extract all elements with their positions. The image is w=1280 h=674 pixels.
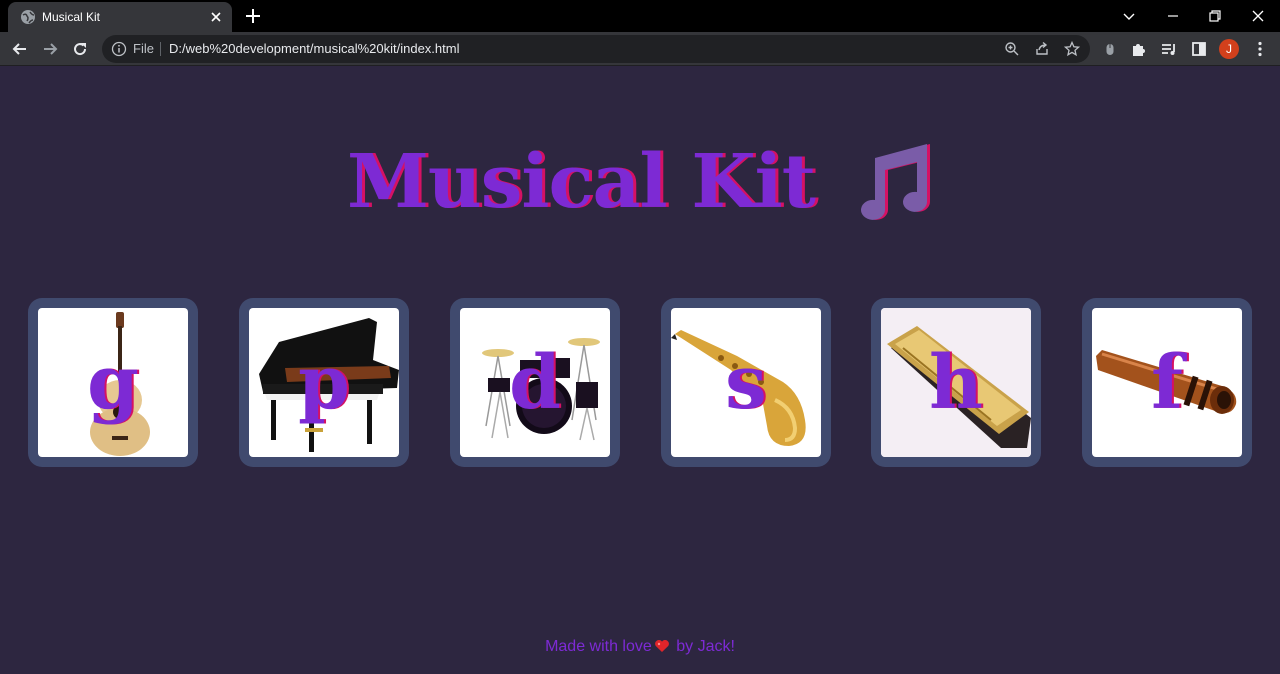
new-tab-icon[interactable] — [244, 7, 262, 25]
chevron-down-icon[interactable] — [1118, 5, 1140, 27]
browser-toolbar: File D:/web%20development/musical%20kit/… — [0, 32, 1280, 66]
drum-key-label: h — [929, 339, 983, 426]
drum-key-label: g — [87, 339, 139, 426]
kebab-menu-icon[interactable] — [1250, 39, 1270, 59]
tab-title: Musical Kit — [42, 10, 101, 24]
file-label: File — [133, 41, 154, 56]
omnibox-divider — [160, 42, 161, 56]
drum-key-label: f — [1151, 339, 1183, 426]
title-row: Musical Kit — [0, 137, 1280, 227]
drum-face: p — [249, 308, 399, 457]
url-text[interactable]: D:/web%20development/musical%20kit/index… — [169, 41, 459, 57]
side-panel-icon[interactable] — [1189, 39, 1209, 59]
drum-button-guitar[interactable]: g — [28, 298, 198, 467]
footer-text-before: Made with love — [545, 638, 652, 655]
drum-key-label: s — [725, 339, 767, 426]
drum-face: g — [38, 308, 188, 457]
back-arrow-icon[interactable] — [10, 39, 30, 59]
footer: Made with love by Jack! — [0, 637, 1280, 657]
drum-face: s — [671, 308, 821, 457]
close-tab-icon[interactable] — [208, 9, 224, 25]
minimize-icon[interactable] — [1162, 5, 1184, 27]
profile-avatar[interactable]: J — [1219, 39, 1239, 59]
restore-icon[interactable] — [1204, 5, 1226, 27]
puzzle-icon[interactable] — [1129, 39, 1149, 59]
reload-icon[interactable] — [70, 39, 90, 59]
drum-button-piano[interactable]: p — [239, 298, 409, 467]
drum-face: f — [1092, 308, 1242, 457]
drum-button-flute[interactable]: f — [1082, 298, 1252, 467]
browser-tab[interactable]: Musical Kit — [8, 2, 232, 32]
extension-mouse-icon[interactable] — [1100, 39, 1120, 59]
drum-face: h — [881, 308, 1031, 457]
page-body: Musical Kit g p d s h f Made with love b… — [0, 67, 1280, 674]
address-bar[interactable]: File D:/web%20development/musical%20kit/… — [102, 35, 1090, 63]
music-note-icon — [860, 144, 930, 220]
tab-strip: Musical Kit — [0, 0, 1280, 32]
heart-icon — [654, 640, 669, 652]
drum-face: d — [460, 308, 610, 457]
page-title: Musical Kit — [347, 139, 816, 225]
info-icon[interactable] — [111, 41, 127, 57]
drum-button-harmonica[interactable]: h — [871, 298, 1041, 467]
star-icon[interactable] — [1064, 41, 1080, 57]
globe-icon — [21, 10, 35, 24]
drum-button-drums[interactable]: d — [450, 298, 620, 467]
drum-key-label: d — [509, 339, 561, 426]
share-icon[interactable] — [1034, 41, 1050, 57]
drum-key-label: p — [298, 339, 350, 426]
close-window-icon[interactable] — [1247, 5, 1269, 27]
zoom-icon[interactable] — [1004, 41, 1020, 57]
media-queue-icon[interactable] — [1159, 39, 1179, 59]
footer-text-after: by Jack! — [671, 638, 735, 655]
forward-arrow-icon[interactable] — [40, 39, 60, 59]
drum-button-saxophone[interactable]: s — [661, 298, 831, 467]
